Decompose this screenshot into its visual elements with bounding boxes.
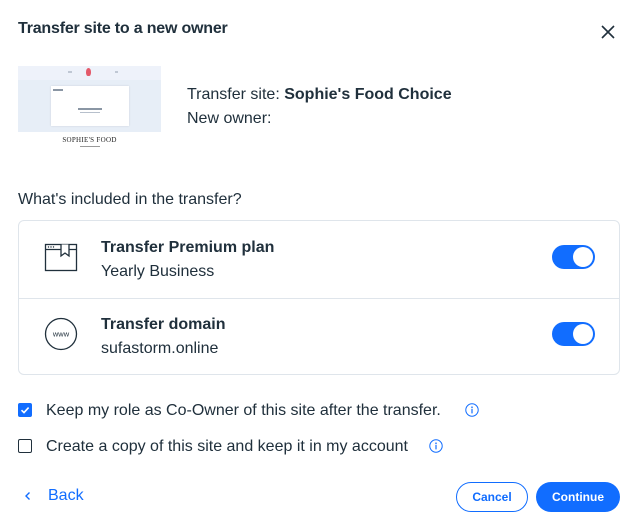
- premium-plan-title: Transfer Premium plan: [101, 239, 275, 256]
- domain-row: www Transfer domain sufastorm.online: [19, 298, 619, 375]
- create-copy-checkbox[interactable]: [18, 439, 32, 453]
- premium-plan-subtitle: Yearly Business: [101, 263, 215, 280]
- premium-plan-toggle[interactable]: [552, 245, 595, 269]
- back-label: Back: [48, 487, 84, 504]
- domain-toggle[interactable]: [552, 322, 595, 346]
- svg-text:www: www: [52, 330, 70, 339]
- thumbnail-logo: [86, 68, 91, 76]
- chevron-left-icon: [25, 492, 30, 500]
- thumbnail-caption: SOPHIE'S FOOD: [18, 132, 161, 148]
- included-question: What's included in the transfer?: [18, 191, 242, 208]
- browser-bookmark-icon: [44, 243, 78, 272]
- site-thumbnail: [18, 66, 161, 132]
- dialog-title: Transfer site to a new owner: [18, 20, 228, 37]
- www-globe-icon: www: [44, 317, 78, 351]
- close-icon: [601, 25, 615, 39]
- included-items-box: Transfer Premium plan Yearly Business ww…: [18, 220, 620, 375]
- toggle-knob: [573, 324, 593, 344]
- continue-button[interactable]: Continue: [536, 482, 620, 512]
- domain-title: Transfer domain: [101, 316, 226, 333]
- site-name: Sophie's Food Choice: [284, 86, 452, 103]
- domain-subtitle: sufastorm.online: [101, 340, 219, 357]
- checkmark-icon: [20, 407, 30, 414]
- keep-coowner-checkbox[interactable]: [18, 403, 32, 417]
- thumbnail-card: [51, 86, 129, 126]
- create-copy-label[interactable]: Create a copy of this site and keep it i…: [46, 438, 408, 456]
- cancel-button[interactable]: Cancel: [456, 482, 528, 512]
- back-button[interactable]: Back: [22, 486, 84, 506]
- keep-coowner-label[interactable]: Keep my role as Co-Owner of this site af…: [46, 402, 441, 420]
- close-button[interactable]: [599, 23, 617, 41]
- new-owner-label: New owner:: [187, 110, 272, 127]
- info-icon[interactable]: [429, 439, 443, 453]
- toggle-knob: [573, 247, 593, 267]
- transfer-site-line: Transfer site: Sophie's Food Choice: [187, 86, 452, 104]
- transfer-site-label: Transfer site:: [187, 86, 285, 103]
- info-icon[interactable]: [465, 403, 479, 417]
- premium-plan-row: Transfer Premium plan Yearly Business: [19, 221, 619, 298]
- thumbnail-site-name: SOPHIE'S FOOD: [62, 136, 117, 144]
